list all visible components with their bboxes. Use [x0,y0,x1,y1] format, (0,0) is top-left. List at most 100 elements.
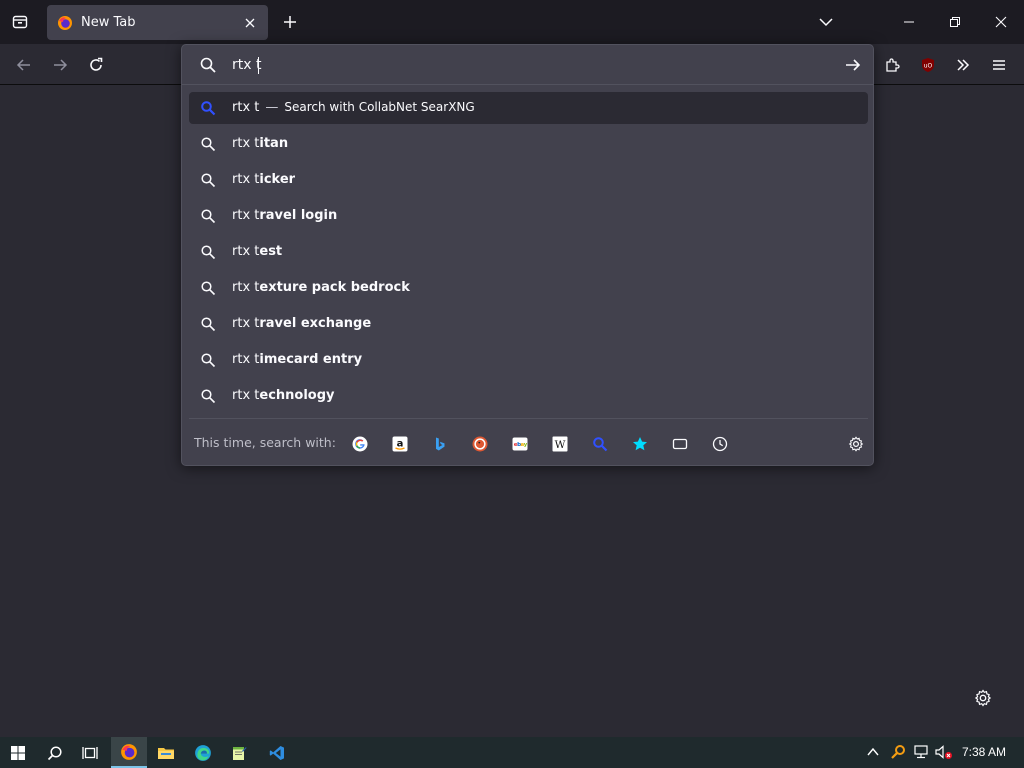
go-button[interactable] [842,55,864,75]
gear-icon [848,436,864,452]
engine-searxng-button[interactable] [589,433,611,455]
search-icon [201,245,216,260]
urlbar-dropdown: rtx t — Search with CollabNet SearXNG rtx … [181,44,874,466]
tab-close-button[interactable] [242,15,258,31]
chevron-double-right-icon [957,59,970,71]
chevron-up-icon [867,747,879,756]
new-tab-button[interactable] [277,8,303,36]
chevron-down-icon [819,18,833,27]
taskbar-firefox[interactable] [111,737,147,768]
engine-wikipedia-button[interactable]: W [549,433,571,455]
arrow-right-icon [846,59,861,71]
plus-icon [284,16,296,28]
new-tab-settings-button[interactable] [970,685,996,711]
search-icon [200,57,216,73]
minimize-icon [904,21,914,23]
firefox-logo-icon [121,743,137,760]
windows-logo-icon [11,745,25,760]
result-suggestion[interactable]: rtx travel exchange [189,308,868,340]
svg-text:a: a [397,439,404,450]
searxng-icon [201,101,216,116]
wikipedia-icon: W [552,436,568,452]
start-button[interactable] [0,737,36,768]
ublock-origin-icon: uO [922,58,934,72]
overflow-menu-button[interactable] [948,50,978,80]
search-icon [201,389,216,404]
taskbar-vscode[interactable] [259,737,295,768]
history-icon [712,436,728,452]
engine-bing-button[interactable] [429,433,451,455]
search-icon [201,209,216,224]
ublock-origin-button[interactable]: uO [913,50,943,80]
one-off-search-bar: This time, search with: a ebay W [189,418,868,463]
tab-title: New Tab [81,15,136,30]
tray-app-icon[interactable] [889,743,907,761]
urlbar-input[interactable] [232,53,792,77]
taskbar-edge[interactable] [185,737,221,768]
close-icon [995,16,1007,28]
result-suggestion[interactable]: rtx ticker [189,164,868,196]
result-suggestion[interactable]: rtx technology [189,380,868,412]
list-all-tabs-button[interactable] [813,8,839,36]
suggestion-typed: rtx t [232,352,260,367]
search-bookmarks-button[interactable] [629,433,651,455]
urlbar-input-row [182,45,873,85]
searxng-icon [593,437,608,452]
svg-text:W: W [555,439,566,451]
forward-button[interactable] [45,50,75,80]
text-caret [258,57,259,74]
app-menu-button[interactable] [984,50,1014,80]
back-button[interactable] [9,50,39,80]
result-suggestion[interactable]: rtx texture pack bedrock [189,272,868,304]
tab-new-tab[interactable]: New Tab [47,5,268,40]
suggestion-typed: rtx t [232,136,260,151]
reload-button[interactable] [81,50,111,80]
svg-text:uO: uO [924,63,933,70]
restore-icon [950,17,960,27]
taskbar-file-explorer[interactable] [148,737,184,768]
result-suggestion[interactable]: rtx titan [189,128,868,160]
puzzle-icon [886,58,900,72]
task-view-button[interactable] [72,737,108,768]
result-suggestion[interactable]: rtx travel login [189,200,868,232]
minimize-button[interactable] [886,0,932,44]
result-suggestion[interactable]: rtx timecard entry [189,344,868,376]
suggestion-typed: rtx t [232,208,260,223]
result-search-with-engine[interactable]: rtx t — Search with CollabNet SearXNG [189,92,868,124]
suggestion-typed: rtx t [232,244,260,259]
search-settings-button[interactable] [845,433,867,455]
duckduckgo-icon [472,436,488,452]
suggestion-completion: itan [259,136,289,151]
tray-volume-button[interactable] [935,743,953,761]
reload-icon [90,57,103,71]
engine-google-button[interactable] [349,433,371,455]
clock[interactable]: 7:38 AM [962,745,1006,759]
bing-icon [436,437,445,451]
suggestion-completion: icker [259,172,296,187]
extensions-button[interactable] [877,50,907,80]
search-icon [201,353,216,368]
firefox-logo-icon [57,15,73,31]
taskbar-search-button[interactable] [37,737,73,768]
engine-amazon-button[interactable]: a [389,433,411,455]
taskbar: 7:38 AM [0,737,1024,768]
tray-network-button[interactable] [912,743,930,761]
taskbar-notepad[interactable] [221,737,257,768]
result-suggestion[interactable]: rtx test [189,236,868,268]
suggestion-completion: imecard entry [259,352,363,367]
search-tabs-button[interactable] [669,433,691,455]
notepad-icon [233,746,247,760]
search-history-button[interactable] [709,433,731,455]
result-typed-text: rtx t [232,100,260,115]
suggestion-completion: echnology [259,388,335,403]
result-action-label: Search with CollabNet SearXNG [284,100,475,114]
restore-button[interactable] [932,0,978,44]
vscode-icon [269,745,284,760]
firefox-view-button[interactable] [7,8,33,36]
tray-show-hidden-button[interactable] [864,743,882,761]
engine-ebay-button[interactable]: ebay [509,433,531,455]
hamburger-menu-icon [993,60,1005,70]
one-off-label: This time, search with: [194,435,336,450]
close-window-button[interactable] [978,0,1024,44]
engine-duckduckgo-button[interactable] [469,433,491,455]
